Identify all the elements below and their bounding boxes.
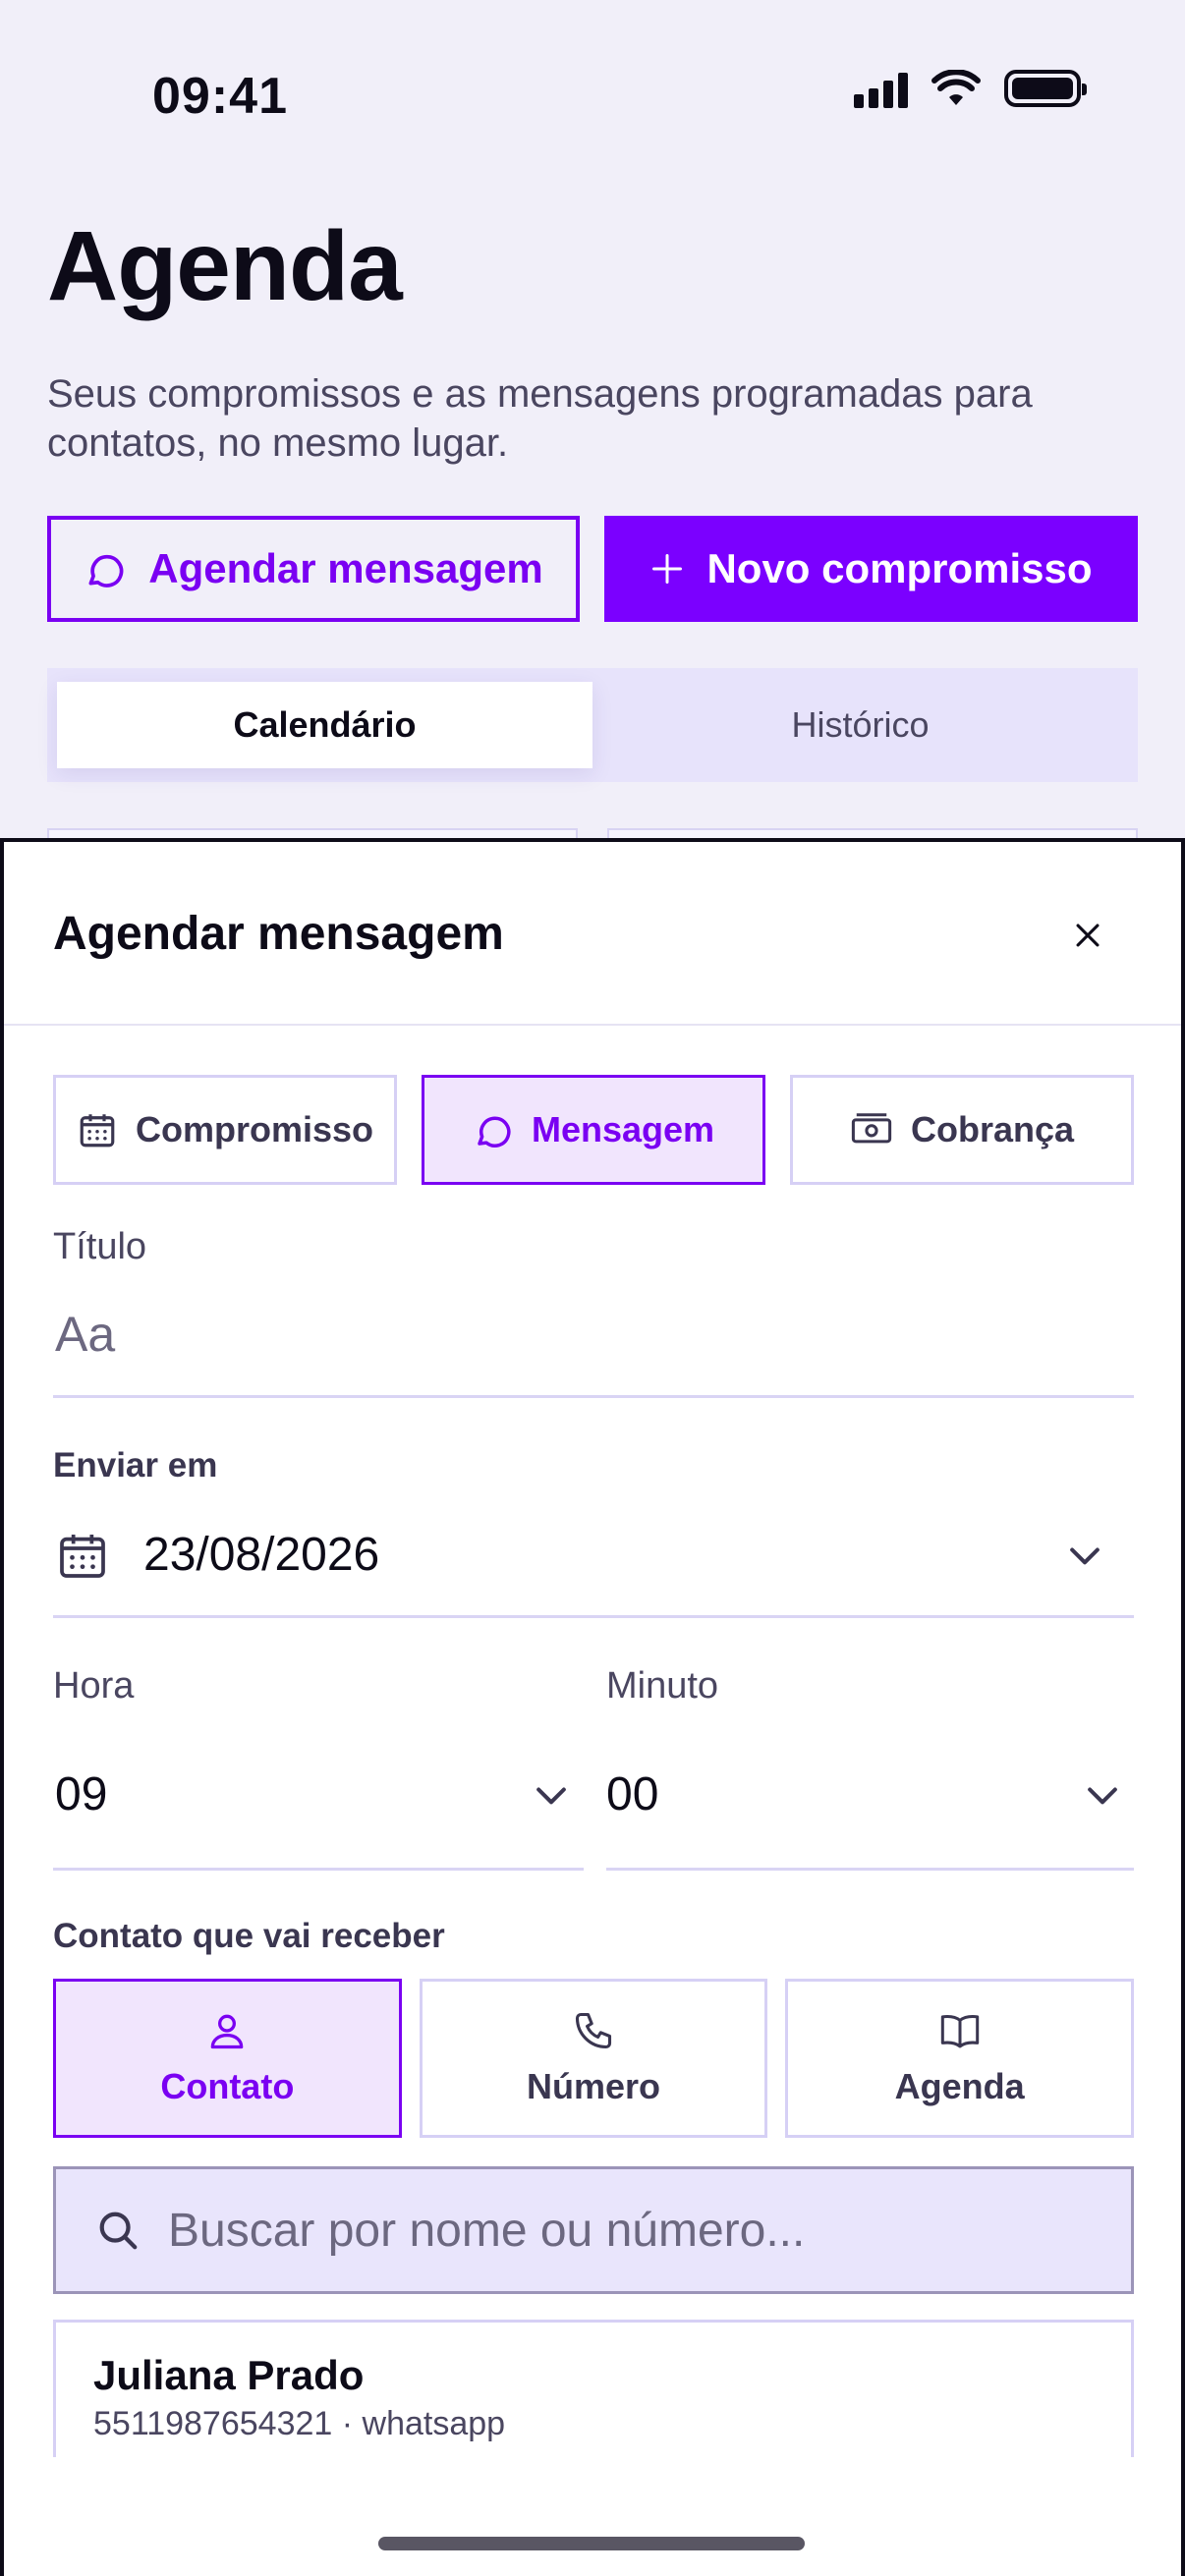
title-input[interactable]: Aa — [55, 1306, 115, 1363]
calendar-icon — [55, 1528, 110, 1583]
recipient-label: Contato que vai receber — [53, 1917, 445, 1955]
title-field-label: Título — [53, 1226, 147, 1267]
view-tabs: Calendário Histórico — [47, 668, 1138, 782]
schedule-message-sheet: Agendar mensagem Compromisso Mensagem Co… — [0, 838, 1185, 2576]
tab-calendario[interactable]: Calendário — [57, 682, 592, 768]
chevron-down-icon — [1063, 1534, 1106, 1577]
chevron-down-icon — [1081, 1773, 1124, 1817]
send-date-value: 23/08/2026 — [143, 1529, 380, 1581]
hour-value: 09 — [55, 1768, 108, 1820]
phone-icon — [572, 2009, 615, 2052]
recipient-option-label: Contato — [160, 2066, 295, 2106]
search-icon — [95, 2208, 141, 2253]
new-appointment-label: Novo compromisso — [706, 545, 1093, 591]
plus-icon — [649, 551, 685, 587]
calendar-icon — [77, 1109, 118, 1150]
chat-bubble-icon — [473, 1109, 514, 1150]
contact-search — [53, 2166, 1134, 2294]
schedule-message-button[interactable]: Agendar mensagem — [47, 516, 580, 622]
recipient-selector: Contato Número Agenda — [53, 1979, 1135, 2138]
send-date-underline — [53, 1615, 1134, 1618]
recipient-option-label: Agenda — [894, 2066, 1025, 2106]
wifi-icon — [931, 70, 981, 107]
hour-underline — [53, 1868, 584, 1871]
close-icon — [1071, 919, 1104, 952]
schedule-message-label: Agendar mensagem — [148, 545, 543, 591]
minute-label: Minuto — [606, 1665, 719, 1707]
contact-name: Juliana Prado — [93, 2352, 365, 2398]
event-type-selector: Compromisso Mensagem Cobrança — [53, 1075, 1134, 1185]
battery-icon — [1004, 70, 1087, 107]
banknote-icon — [850, 1109, 893, 1150]
contact-search-input[interactable] — [168, 2203, 1052, 2258]
chevron-down-icon — [530, 1773, 573, 1817]
recipient-agenda-button[interactable]: Agenda — [785, 1979, 1135, 2138]
close-button[interactable] — [1063, 911, 1112, 960]
status-time: 09:41 — [152, 68, 288, 125]
recipient-option-label: Número — [526, 2066, 661, 2106]
recipient-contato-button[interactable]: Contato — [53, 1979, 402, 2138]
contact-detail: 5511987654321 · whatsapp — [93, 2405, 506, 2442]
type-label: Cobrança — [910, 1109, 1075, 1149]
contact-list-item[interactable]: Juliana Prado 5511987654321 · whatsapp — [53, 2320, 1134, 2457]
book-icon — [937, 2009, 983, 2052]
new-appointment-button[interactable]: Novo compromisso — [604, 516, 1138, 622]
tab-historico[interactable]: Histórico — [592, 682, 1128, 768]
type-mensagem-button[interactable]: Mensagem — [422, 1075, 765, 1185]
minute-underline — [606, 1868, 1134, 1871]
send-date-label: Enviar em — [53, 1446, 218, 1484]
title-field-underline — [53, 1395, 1134, 1398]
type-cobranca-button[interactable]: Cobrança — [790, 1075, 1134, 1185]
page-title: Agenda — [47, 211, 403, 321]
recipient-numero-button[interactable]: Número — [419, 1979, 768, 2138]
type-compromisso-button[interactable]: Compromisso — [53, 1075, 397, 1185]
page-subtitle: Seus compromissos e as mensagens program… — [47, 372, 1033, 465]
sheet-title: Agendar mensagem — [53, 908, 504, 960]
type-label: Compromisso — [135, 1109, 374, 1149]
person-icon — [205, 2009, 249, 2052]
chat-bubble-icon — [84, 547, 127, 590]
status-icons — [854, 69, 1087, 108]
home-indicator — [378, 2537, 805, 2550]
cellular-signal-icon — [854, 69, 908, 108]
type-label: Mensagem — [531, 1109, 715, 1149]
minute-value: 00 — [606, 1768, 659, 1820]
hour-label: Hora — [53, 1665, 135, 1707]
sheet-divider — [4, 1024, 1181, 1026]
